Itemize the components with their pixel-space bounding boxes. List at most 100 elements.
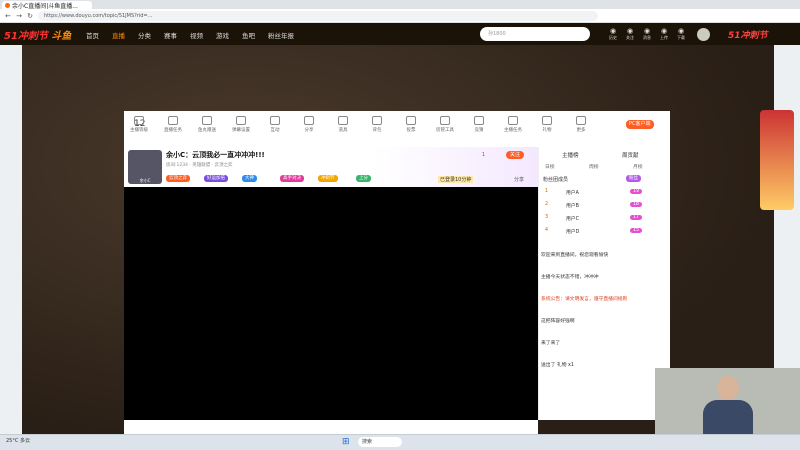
header-icon-4[interactable]: ◉ 下载 bbox=[674, 27, 688, 40]
rank-header: 粉丝团成员 bbox=[543, 177, 569, 183]
toolbar-item-4[interactable]: 互动 bbox=[260, 116, 290, 133]
toolbar-item-12[interactable]: 礼物 bbox=[532, 116, 562, 133]
stream-tag[interactable]: 云顶之弈 bbox=[166, 175, 190, 182]
toolbar-item-11[interactable]: 主播任务 bbox=[498, 116, 528, 133]
rank-name[interactable]: 用户D bbox=[566, 228, 579, 235]
toolbar-item-3[interactable]: 弹幕设置 bbox=[226, 116, 256, 133]
nav-4[interactable]: 视频 bbox=[190, 30, 203, 40]
stream-tag[interactable]: 冲刺节 bbox=[318, 175, 338, 182]
header-icon-1[interactable]: ◉ 关注 bbox=[623, 27, 637, 40]
weather-widget[interactable]: 25°C 多云 bbox=[6, 437, 30, 444]
toolbar-icon bbox=[236, 116, 246, 125]
pc-client-button[interactable]: PC客户端 bbox=[626, 120, 654, 129]
nav-7[interactable]: 粉丝年报 bbox=[268, 30, 294, 40]
toolbar-item-0[interactable]: 主播等级 bbox=[124, 116, 154, 133]
stream-tag[interactable]: 好运加倍 bbox=[204, 175, 228, 182]
toolbar-icon bbox=[474, 116, 484, 125]
nav-1[interactable]: 直播 bbox=[112, 30, 125, 40]
rank-name[interactable]: 用户C bbox=[566, 215, 579, 222]
chat-subtab-0[interactable]: 日榜 bbox=[545, 163, 555, 170]
chat-message: 送出了 礼物 x1 bbox=[541, 363, 574, 368]
toolbar-label: 礼物 bbox=[542, 128, 552, 133]
toolbar-label: 竞猜 bbox=[474, 128, 484, 133]
fan-badge[interactable]: 粉丝 bbox=[626, 175, 641, 182]
room-info: 房间:1234 · 英雄联盟 · 云顶之弈 bbox=[166, 163, 233, 168]
toolbar-item-8[interactable]: 投票 bbox=[396, 116, 426, 133]
rank-number: 2 bbox=[545, 202, 549, 207]
toolbar-icon bbox=[508, 116, 518, 125]
chat-message: 主播今天状态不错，冲冲冲 bbox=[541, 275, 599, 280]
toolbar-icon bbox=[440, 116, 450, 125]
taskbar-search[interactable]: 搜索 bbox=[358, 437, 402, 447]
toolbar-item-5[interactable]: 分享 bbox=[294, 116, 324, 133]
header-icon-label: 关注 bbox=[626, 35, 634, 40]
event-side-banner[interactable] bbox=[760, 110, 794, 210]
toolbar-label: 背包 bbox=[372, 128, 382, 133]
tab-week-contrib[interactable]: 周贡献 bbox=[622, 151, 639, 159]
toolbar-label: 鱼丸赠送 bbox=[198, 128, 216, 133]
toolbar-icon bbox=[304, 116, 314, 125]
nav-3[interactable]: 赛事 bbox=[164, 30, 177, 40]
streamer-avatar[interactable]: 余小C bbox=[128, 150, 162, 184]
url-field[interactable]: https://www.douyu.com/topic/51JMS?rid=..… bbox=[38, 11, 598, 21]
reload-icon[interactable]: ↻ bbox=[25, 11, 35, 21]
forward-icon[interactable]: → bbox=[14, 11, 24, 21]
toolbar-item-13[interactable]: 更多 bbox=[566, 116, 596, 133]
header-icon-0[interactable]: ◉ 历史 bbox=[606, 27, 620, 40]
stream-tag[interactable]: 高手对决 bbox=[280, 175, 304, 182]
chat-message: 来了来了 bbox=[541, 341, 561, 346]
rank-name[interactable]: 用户B bbox=[566, 202, 579, 209]
toolbar-item-10[interactable]: 竞猜 bbox=[464, 116, 494, 133]
history-icon: ◉ bbox=[609, 27, 617, 35]
toolbar-icon bbox=[168, 116, 178, 125]
rank-number: 3 bbox=[545, 215, 549, 220]
toolbar-label: 投票 bbox=[406, 128, 416, 133]
avatar[interactable] bbox=[697, 28, 710, 41]
toolbar-item-1[interactable]: 直播任务 bbox=[158, 116, 188, 133]
toolbar-item-2[interactable]: 鱼丸赠送 bbox=[192, 116, 222, 133]
toolbar-icon bbox=[338, 116, 348, 125]
nav-6[interactable]: 鱼吧 bbox=[242, 30, 255, 40]
toolbar-label: 房管工具 bbox=[436, 128, 454, 133]
chat-message: 系统公告：请文明发言，遵守直播间规则 bbox=[541, 297, 628, 302]
stream-title: 余小C：云顶我必一直冲冲冲!!! bbox=[166, 151, 265, 159]
follow-count: 1 bbox=[482, 152, 486, 158]
chat-subtab-1[interactable]: 周榜 bbox=[589, 163, 599, 170]
share-button[interactable]: 分享 bbox=[514, 176, 524, 183]
toolbar-label: 道具 bbox=[338, 128, 348, 133]
toolbar-item-7[interactable]: 背包 bbox=[362, 116, 392, 133]
tab-strip bbox=[0, 0, 800, 9]
toolbar-item-6[interactable]: 道具 bbox=[328, 116, 358, 133]
toolbar-item-9[interactable]: 房管工具 bbox=[430, 116, 460, 133]
back-icon[interactable]: ← bbox=[3, 11, 13, 21]
nav-5[interactable]: 游戏 bbox=[216, 30, 229, 40]
rank-name[interactable]: 用户A bbox=[566, 189, 579, 196]
header-icon-3[interactable]: ◉ 上传 bbox=[657, 27, 671, 40]
event-banner[interactable]: 51冲刺节 bbox=[728, 28, 768, 41]
rank-number: 4 bbox=[545, 228, 549, 233]
douyu-favicon-icon bbox=[5, 2, 10, 8]
toolbar-label: 主播等级 bbox=[130, 128, 148, 133]
header-icon-label: 下载 bbox=[677, 35, 685, 40]
nav-0[interactable]: 首页 bbox=[86, 30, 99, 40]
toolbar-label: 弹幕设置 bbox=[232, 128, 250, 133]
video-player[interactable] bbox=[124, 187, 538, 420]
rank-level-badge: 15 bbox=[630, 228, 643, 233]
follow-button[interactable]: 关注 bbox=[506, 151, 525, 159]
browser-tab[interactable]: 余小C直播间|斗鱼直播... bbox=[2, 1, 92, 9]
chat-subtab-2[interactable]: 月榜 bbox=[633, 163, 643, 170]
search-input[interactable]: 孙1800 bbox=[480, 27, 590, 41]
header-icon-2[interactable]: ◉ 消息 bbox=[640, 27, 654, 40]
toolbar-label: 分享 bbox=[304, 128, 314, 133]
tab-anchor-rank[interactable]: 主播榜 bbox=[562, 151, 579, 159]
stream-tag[interactable]: 上分 bbox=[356, 175, 371, 182]
stream-tag[interactable]: 大神 bbox=[242, 175, 257, 182]
nav-2[interactable]: 分类 bbox=[138, 30, 151, 40]
toolbar-label: 主播任务 bbox=[504, 128, 522, 133]
header-icon-label: 上传 bbox=[660, 35, 668, 40]
online-time: 已登录10分钟 bbox=[438, 176, 474, 183]
site-logo[interactable]: 51冲刺节 斗鱼 bbox=[4, 27, 71, 42]
toolbar-icon bbox=[542, 116, 552, 125]
chat-panel bbox=[538, 147, 670, 420]
windows-start-icon[interactable]: ⊞ bbox=[342, 437, 352, 447]
